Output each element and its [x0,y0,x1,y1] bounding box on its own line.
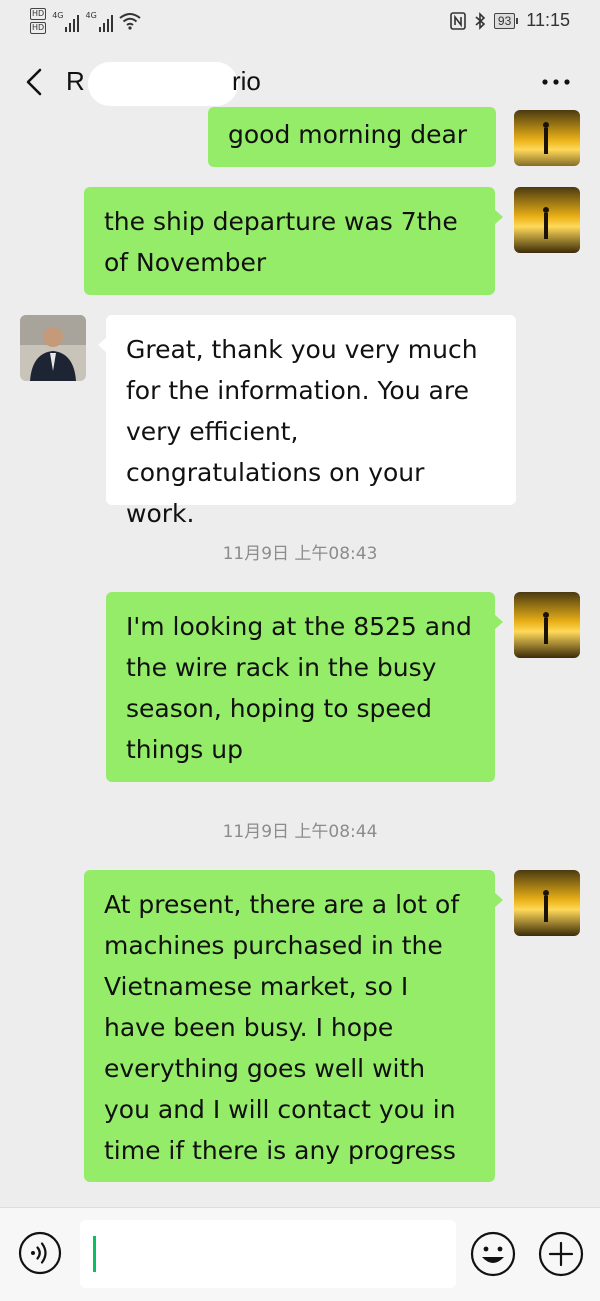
plus-icon[interactable] [538,1231,584,1277]
battery-level: 93 [493,12,516,29]
more-icon[interactable] [538,70,574,94]
message-text: Great, thank you very much for the infor… [126,335,478,528]
avatar[interactable] [514,870,580,936]
message-bubble[interactable]: I'm looking at the 8525 and the wire rac… [106,592,503,782]
avatar[interactable] [514,187,580,253]
sunset-avatar-image [514,187,580,253]
emoji-icon[interactable] [470,1231,516,1277]
status-icons-left: HD HD 4G 4G [30,8,141,34]
sunset-avatar-image [514,870,580,936]
hd-badge: HD [30,8,47,20]
message-text: At present, there are a lot of machines … [104,890,460,1165]
sunset-avatar-image [514,110,580,166]
avatar[interactable] [20,315,86,381]
back-button[interactable] [20,64,50,100]
sunset-avatar-image [514,592,580,658]
avatar[interactable] [514,110,580,166]
message-timestamp: 11月9日 上午08:43 [222,544,378,564]
signal-icon: 4G [52,11,80,32]
message-bubble[interactable]: good morning dear [208,107,496,167]
signal-icon: 4G [85,11,113,32]
chat-title: R [66,66,86,96]
wifi-icon [119,13,141,30]
message-bubble[interactable]: the ship departure was 7the of November [84,187,503,295]
input-bar [0,1207,600,1301]
status-icons-right: 93 11:15 [450,10,570,31]
status-time: 11:15 [526,10,570,30]
nfc-icon [450,11,466,30]
message-bubble[interactable]: At present, there are a lot of machines … [84,870,503,1182]
message-input[interactable] [80,1220,456,1288]
message-timestamp: 11月9日 上午08:44 [222,822,378,842]
chat-title-suffix: rio [232,66,261,96]
voice-icon[interactable] [18,1231,62,1275]
battery-icon: 93 [493,12,519,29]
message-text: the ship departure was 7the of November [104,207,458,277]
text-cursor [93,1236,96,1272]
title-redaction [88,62,238,106]
hd-badge: HD [30,22,47,34]
person-avatar-image [20,315,86,381]
message-bubble[interactable]: Great, thank you very much for the infor… [98,315,516,528]
bluetooth-icon [475,11,486,30]
avatar[interactable] [514,592,580,658]
status-bar: HD HD 4G 4G 93 11:15 [0,0,600,44]
message-text: good morning dear [228,120,468,149]
message-text: I'm looking at the 8525 and the wire rac… [126,612,472,764]
